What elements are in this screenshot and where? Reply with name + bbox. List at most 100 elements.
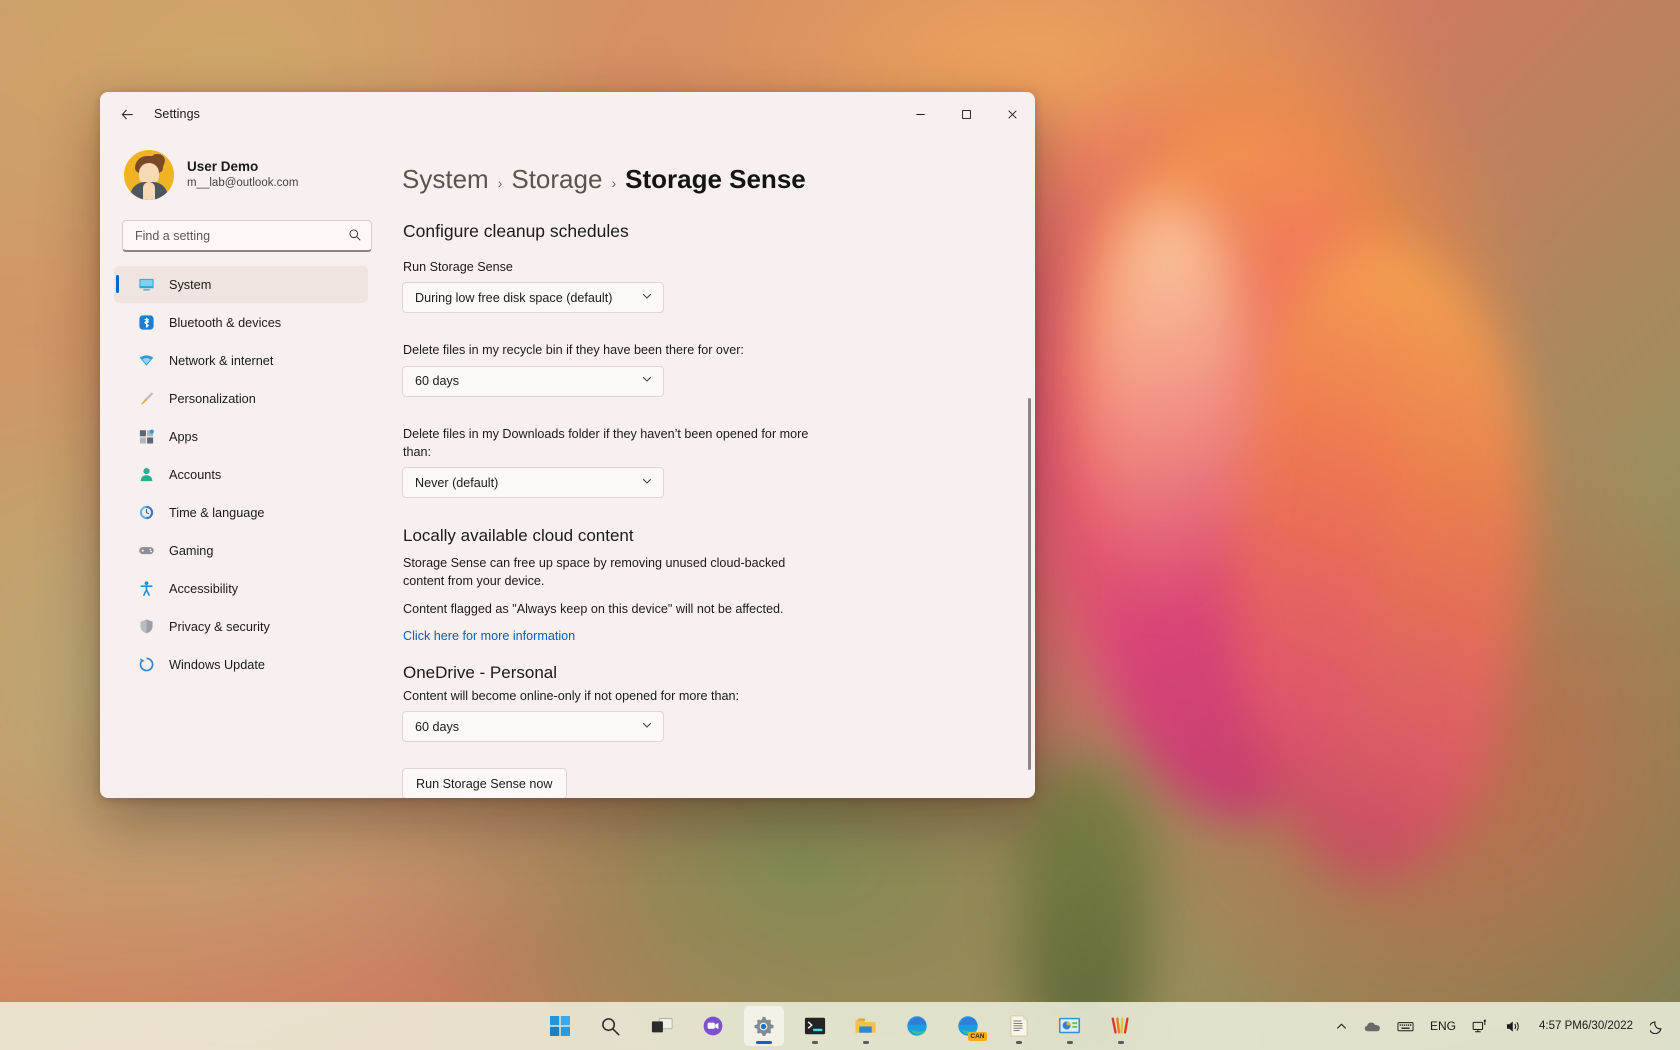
account-email: m__lab@outlook.com <box>187 176 298 192</box>
section-title: Configure cleanup schedules <box>403 221 1035 242</box>
breadcrumb-system[interactable]: System <box>402 164 489 195</box>
taskbar-item-notepad[interactable] <box>999 1006 1039 1046</box>
sidebar-item-accessibility[interactable]: Accessibility <box>114 570 368 607</box>
terminal-icon <box>804 1016 826 1036</box>
tray-keyboard-button[interactable] <box>1390 1006 1421 1046</box>
sidebar-item-windows-update[interactable]: Windows Update <box>114 646 368 683</box>
monitor-icon <box>138 276 155 293</box>
taskbar-item-powerpoint[interactable] <box>1050 1006 1090 1046</box>
sidebar-item-bluetooth-devices[interactable]: Bluetooth & devices <box>114 304 368 341</box>
maximize-button[interactable] <box>943 92 989 136</box>
sidebar-item-network-internet[interactable]: Network & internet <box>114 342 368 379</box>
sidebar-item-label: Network & internet <box>169 354 273 368</box>
chevron-up-icon <box>1335 1020 1348 1033</box>
onedrive-dropdown[interactable]: 60 days <box>402 711 664 742</box>
sidebar-item-label: System <box>169 278 211 292</box>
bluetooth-icon <box>138 314 155 331</box>
taskbar: CAN <box>0 1002 1680 1050</box>
powerpoint-icon <box>1058 1016 1081 1036</box>
taskbar-clock[interactable]: 4:57 PM 6/30/2022 <box>1531 1006 1641 1046</box>
taskbar-item-search[interactable] <box>591 1006 631 1046</box>
taskbar-item-settings[interactable] <box>744 1006 784 1046</box>
downloads-folder-label: Delete files in my Downloads folder if t… <box>403 425 823 462</box>
winrar-icon <box>1110 1015 1132 1037</box>
dropdown-value: 60 days <box>415 720 459 734</box>
recycle-bin-label: Delete files in my recycle bin if they h… <box>403 341 823 359</box>
taskbar-item-chat[interactable] <box>693 1006 733 1046</box>
taskbar-item-task-view[interactable] <box>642 1006 682 1046</box>
keyboard-icon <box>1397 1020 1414 1033</box>
sidebar-item-personalization[interactable]: Personalization <box>114 380 368 417</box>
volume-icon <box>1505 1019 1522 1034</box>
chat-icon <box>702 1015 724 1037</box>
cloud-content-paragraph-1: Storage Sense can free up space by remov… <box>403 554 813 591</box>
gear-icon <box>752 1015 775 1038</box>
tray-onedrive-button[interactable] <box>1357 1006 1388 1046</box>
sidebar-item-privacy-security[interactable]: Privacy & security <box>114 608 368 645</box>
close-button[interactable] <box>989 92 1035 136</box>
taskbar-item-edge-canary[interactable]: CAN <box>948 1006 988 1046</box>
sidebar-item-label: Accounts <box>169 468 221 482</box>
notepad-icon <box>1009 1015 1029 1037</box>
sidebar-item-gaming[interactable]: Gaming <box>114 532 368 569</box>
clock-globe-icon <box>138 504 155 521</box>
settings-window: Settings <box>100 92 1035 798</box>
wifi-icon <box>138 352 155 369</box>
arrow-left-icon <box>120 107 135 122</box>
taskbar-item-winrar[interactable] <box>1101 1006 1141 1046</box>
chevron-down-icon <box>641 474 653 492</box>
tray-volume-button[interactable] <box>1498 1006 1529 1046</box>
accessibility-icon <box>138 580 155 597</box>
clock-time: 4:57 PM <box>1539 1019 1582 1033</box>
update-icon <box>138 656 155 673</box>
tray-language-label: ENG <box>1430 1019 1456 1033</box>
account-block[interactable]: User Demo m__lab@outlook.com <box>114 136 368 208</box>
taskbar-item-edge[interactable] <box>897 1006 937 1046</box>
avatar <box>124 150 174 200</box>
run-storage-sense-dropdown[interactable]: During low free disk space (default) <box>402 282 664 313</box>
chevron-down-icon <box>641 718 653 736</box>
gamepad-icon <box>138 542 155 559</box>
minimize-button[interactable] <box>897 92 943 136</box>
breadcrumb-storage[interactable]: Storage <box>511 164 602 195</box>
more-information-link[interactable]: Click here for more information <box>403 629 575 643</box>
apps-icon <box>138 428 155 445</box>
taskbar-item-start[interactable] <box>540 1006 580 1046</box>
sidebar-item-label: Apps <box>169 430 198 444</box>
sidebar-item-apps[interactable]: Apps <box>114 418 368 455</box>
search-icon <box>600 1016 621 1037</box>
dropdown-value: Never (default) <box>415 476 498 490</box>
network-icon <box>1472 1019 1489 1034</box>
run-storage-sense-now-button[interactable]: Run Storage Sense now <box>402 768 567 798</box>
tray-chevron-button[interactable] <box>1328 1006 1355 1046</box>
close-icon <box>1007 109 1018 120</box>
taskbar-item-terminal[interactable] <box>795 1006 835 1046</box>
system-tray: ENG 4:57 PM 6/30/2022 <box>1328 1002 1672 1050</box>
dropdown-value: During low free disk space (default) <box>415 291 612 305</box>
task-view-icon <box>651 1016 673 1036</box>
run-storage-sense-label: Run Storage Sense <box>403 258 823 276</box>
sidebar-item-accounts[interactable]: Accounts <box>114 456 368 493</box>
onedrive-heading: OneDrive - Personal <box>403 663 1035 683</box>
back-button[interactable] <box>110 99 144 129</box>
tray-language-button[interactable]: ENG <box>1423 1006 1463 1046</box>
taskbar-item-file-explorer[interactable] <box>846 1006 886 1046</box>
recycle-bin-dropdown[interactable]: 60 days <box>402 366 664 397</box>
minimize-icon <box>915 109 926 120</box>
downloads-folder-dropdown[interactable]: Never (default) <box>402 467 664 498</box>
sidebar-nav: System Bluetooth & devices <box>114 266 368 683</box>
search-input[interactable] <box>122 220 372 252</box>
chevron-right-icon: › <box>611 175 616 191</box>
cloud-icon <box>1364 1020 1381 1033</box>
tray-network-button[interactable] <box>1465 1006 1496 1046</box>
cloud-content-paragraph-2: Content flagged as "Always keep on this … <box>403 600 813 618</box>
sidebar-item-system[interactable]: System <box>114 266 368 303</box>
notifications-button[interactable] <box>1643 1006 1672 1046</box>
sidebar-item-label: Privacy & security <box>169 620 270 634</box>
sidebar-item-label: Personalization <box>169 392 256 406</box>
cloud-content-heading: Locally available cloud content <box>403 526 1035 546</box>
sidebar-item-time-language[interactable]: Time & language <box>114 494 368 531</box>
sidebar-item-label: Accessibility <box>169 582 238 596</box>
sidebar-item-label: Bluetooth & devices <box>169 316 281 330</box>
content-scrollbar[interactable] <box>1028 398 1031 770</box>
